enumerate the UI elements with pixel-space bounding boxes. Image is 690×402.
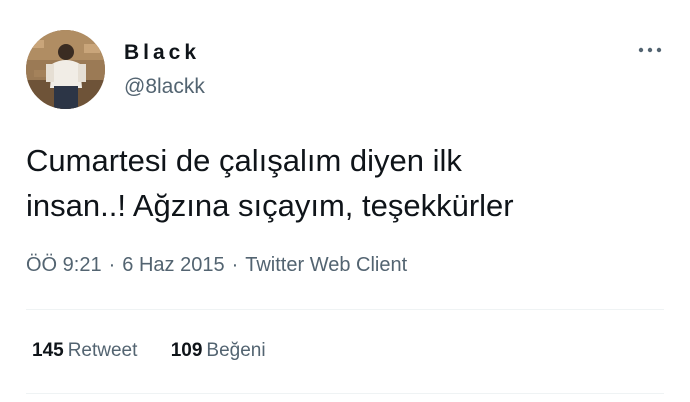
avatar-image [26,30,105,109]
tweet-meta: ÖÖ 9:21 · 6 Haz 2015 · Twitter Web Client [26,254,407,277]
likes-stat[interactable]: 109 Beğeni [171,340,266,362]
meta-separator: · [108,254,116,276]
tweet-text: Cumartesi de çalışalım diyen ilk insan..… [26,138,656,228]
more-horizontal-icon[interactable] [636,40,664,60]
tweet-card: Black @8lackk Cumartesi de çalışalım diy… [0,0,690,402]
meta-separator: · [231,254,239,276]
tweet-date[interactable]: 6 Haz 2015 [122,254,224,276]
avatar[interactable] [26,30,105,109]
divider [26,309,664,310]
retweets-count: 145 [32,340,64,361]
likes-label: Beğeni [206,340,266,361]
divider [26,393,664,394]
tweet-time[interactable]: ÖÖ 9:21 [26,254,102,276]
tweet-stats: 145 Retweet 109 Beğeni [32,340,294,362]
tweet-source[interactable]: Twitter Web Client [245,254,407,276]
display-name[interactable]: Black [124,41,200,65]
tweet-text-line: Cumartesi de çalışalım diyen ilk [26,143,462,178]
likes-count: 109 [170,340,203,361]
retweets-label: Retweet [67,340,138,361]
retweets-stat[interactable]: 145 Retweet [32,340,137,362]
tweet-text-line: insan..! Ağzına sıçayım, teşekkürler [26,188,514,223]
user-handle[interactable]: @8lackk [124,75,205,99]
